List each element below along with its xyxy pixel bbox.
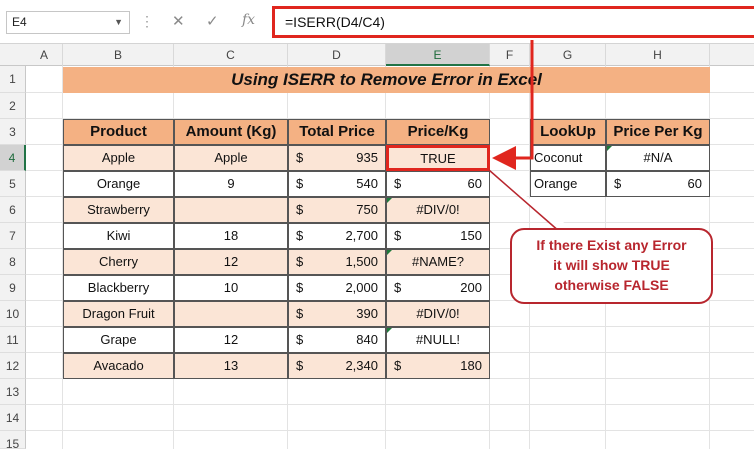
callout-line-1: If there Exist any Error xyxy=(536,237,687,253)
callout-line-2: it will show TRUE xyxy=(553,257,670,273)
callout-line-3: otherwise FALSE xyxy=(554,277,669,293)
callout-note: If there Exist any Error it will show TR… xyxy=(510,228,713,304)
callout-pointer xyxy=(488,169,574,233)
red-connector-arrow xyxy=(492,40,534,170)
annotation-arrows xyxy=(488,40,574,233)
